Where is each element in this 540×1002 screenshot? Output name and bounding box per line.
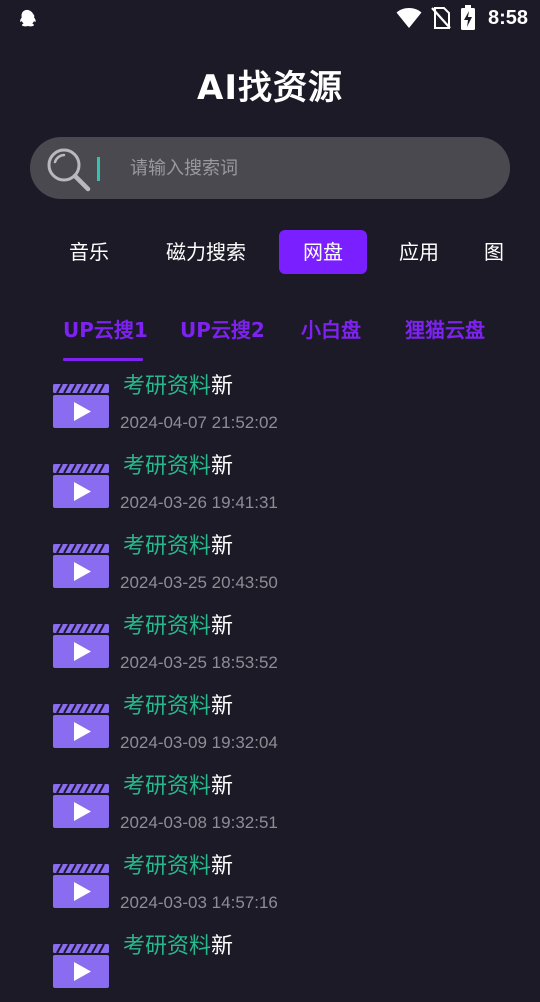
tab-xiaobai-disk[interactable]: 小白盘 bbox=[301, 314, 361, 343]
no-sim-icon bbox=[431, 7, 451, 29]
item-keyword: 考研资料 bbox=[123, 534, 212, 559]
tab-apps[interactable]: 应用 bbox=[378, 230, 460, 274]
item-keyword: 考研资料 bbox=[123, 854, 212, 879]
item-suffix: 新 bbox=[211, 614, 234, 639]
app-title: AI找资源 bbox=[197, 68, 343, 108]
source-tabs: UP云搜1 UP云搜2 小白盘 狸猫云盘 bbox=[0, 300, 540, 362]
item-date: 2024-03-26 19:41:31 bbox=[120, 493, 278, 512]
list-item[interactable]: 考研资料新 2024-03-03 14:57:16 bbox=[0, 842, 540, 922]
item-keyword: 考研资料 bbox=[123, 374, 212, 399]
list-item[interactable]: 考研资料新 2024-04-07 21:52:02 bbox=[0, 362, 540, 442]
category-tabs: 音乐 磁力搜索 网盘 应用 图 bbox=[0, 230, 540, 276]
item-date: 2024-03-03 14:57:16 bbox=[120, 893, 278, 912]
list-item[interactable]: 考研资料新 2024-03-09 19:32:04 bbox=[0, 682, 540, 762]
item-title: 考研资料新 bbox=[123, 528, 233, 560]
item-title: 考研资料新 bbox=[123, 768, 233, 800]
list-item[interactable]: 考研资料新 2024-03-08 19:32:51 bbox=[0, 762, 540, 842]
item-date: 2024-04-07 21:52:02 bbox=[120, 413, 278, 432]
tab-netdisk[interactable]: 网盘 bbox=[279, 230, 367, 274]
video-file-icon bbox=[53, 864, 109, 908]
list-item[interactable]: 考研资料新 bbox=[0, 922, 540, 1002]
video-file-icon bbox=[53, 944, 109, 988]
wifi-icon bbox=[396, 8, 422, 28]
item-suffix: 新 bbox=[211, 774, 234, 799]
search-input[interactable] bbox=[100, 137, 500, 199]
item-suffix: 新 bbox=[211, 454, 234, 479]
video-file-icon bbox=[53, 624, 109, 668]
status-time: 8:58 bbox=[487, 6, 528, 29]
item-suffix: 新 bbox=[211, 534, 234, 559]
item-title: 考研资料新 bbox=[123, 848, 233, 880]
video-file-icon bbox=[53, 704, 109, 748]
item-suffix: 新 bbox=[211, 854, 234, 879]
item-date: 2024-03-08 19:32:51 bbox=[120, 813, 278, 832]
item-suffix: 新 bbox=[211, 694, 234, 719]
tab-music[interactable]: 音乐 bbox=[48, 230, 130, 274]
tab-limao-disk[interactable]: 狸猫云盘 bbox=[405, 314, 485, 343]
tab-images[interactable]: 图 bbox=[484, 230, 524, 274]
search-icon[interactable] bbox=[44, 145, 92, 193]
item-title: 考研资料新 bbox=[123, 608, 233, 640]
battery-charging-icon bbox=[460, 5, 475, 30]
item-date: 2024-03-09 19:32:04 bbox=[120, 733, 278, 752]
list-item[interactable]: 考研资料新 2024-03-25 20:43:50 bbox=[0, 522, 540, 602]
qq-icon bbox=[20, 9, 36, 27]
tab-magnet-search[interactable]: 磁力搜索 bbox=[150, 230, 262, 274]
status-bar: 8:58 bbox=[0, 0, 540, 36]
list-item[interactable]: 考研资料新 2024-03-26 19:41:31 bbox=[0, 442, 540, 522]
item-keyword: 考研资料 bbox=[123, 774, 212, 799]
video-file-icon bbox=[53, 464, 109, 508]
item-date: 2024-03-25 18:53:52 bbox=[120, 653, 278, 672]
search-box[interactable] bbox=[30, 137, 510, 199]
item-date: 2024-03-25 20:43:50 bbox=[120, 573, 278, 592]
text-cursor bbox=[97, 157, 100, 181]
list-item[interactable]: 考研资料新 2024-03-25 18:53:52 bbox=[0, 602, 540, 682]
item-keyword: 考研资料 bbox=[123, 694, 212, 719]
tab-up-cloud-2[interactable]: UP云搜2 bbox=[180, 314, 265, 343]
item-title: 考研资料新 bbox=[123, 688, 233, 720]
item-title: 考研资料新 bbox=[123, 368, 233, 400]
video-file-icon bbox=[53, 384, 109, 428]
item-keyword: 考研资料 bbox=[123, 614, 212, 639]
item-keyword: 考研资料 bbox=[123, 934, 212, 959]
item-keyword: 考研资料 bbox=[123, 454, 212, 479]
tab-up-cloud-1[interactable]: UP云搜1 bbox=[63, 314, 148, 343]
item-suffix: 新 bbox=[211, 374, 234, 399]
video-file-icon bbox=[53, 544, 109, 588]
video-file-icon bbox=[53, 784, 109, 828]
item-title: 考研资料新 bbox=[123, 928, 233, 960]
active-tab-indicator bbox=[63, 358, 143, 361]
item-suffix: 新 bbox=[211, 934, 234, 959]
item-title: 考研资料新 bbox=[123, 448, 233, 480]
